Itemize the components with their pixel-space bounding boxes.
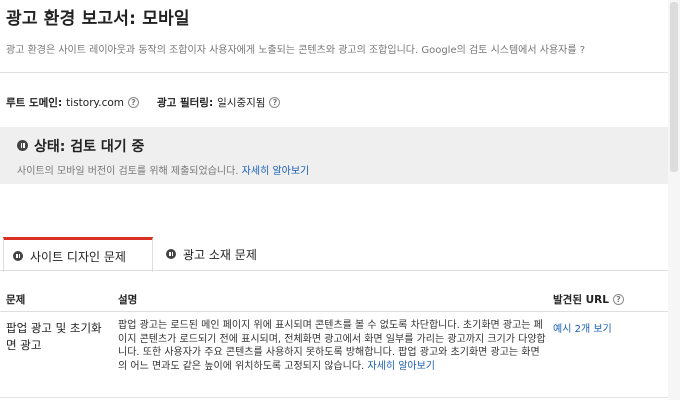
pending-tab-icon [166,249,176,259]
status-learn-more-link[interactable]: 자세히 알아보기 [242,166,310,177]
tab-label: 사이트 디자인 문제 [30,249,126,264]
status-description-text: 사이트의 모바일 버전이 검토를 위해 제출되었습니다. [17,166,239,177]
column-header-problem: 문제 [6,294,26,306]
status-description: 사이트의 모바일 버전이 검토를 위해 제출되었습니다. 자세히 알아보기 [17,162,309,177]
root-domain-label: 루트 도메인: [6,97,63,109]
column-header-description: 설명 [118,294,138,306]
table-header-divider [0,311,668,312]
ad-filtering-label: 광고 필터링: [157,97,214,109]
tab-bar-divider [0,270,668,271]
pending-status-icon [17,140,28,151]
row-problem-cell: 팝업 광고 및 초기화면 광고 [6,321,102,352]
table-bottom-divider [0,397,668,398]
scrollbar-thumb[interactable] [670,2,678,172]
root-domain-value: tistory.com [66,96,124,109]
status-title: 상태: 검토 대기 중 [34,139,145,155]
tab-ad-creative-issues[interactable]: 광고 소재 문제 [166,237,257,271]
ad-filtering-value: 일시중지됨 [217,97,266,109]
site-meta: 루트 도메인: tistory.com ? 광고 필터링: 일시중지됨 ? [6,95,281,110]
page-description: 광고 환경은 사이트 레이아웃과 동작의 조합이자 사용자에게 노출되는 콘텐츠… [6,45,586,56]
found-url-help-icon[interactable]: ? [612,294,624,305]
column-header-found-url: 발견된 URL ? [553,292,624,307]
row-learn-more-link[interactable]: 자세히 알아보기 [367,361,435,372]
row-description-text: 팝업 광고는 로드된 메인 페이지 위에 표시되며 콘텐츠를 볼 수 없도록 차… [118,320,546,372]
found-url-header-label: 발견된 URL [553,294,609,306]
root-domain-help-icon[interactable]: ? [128,97,139,108]
header-divider [0,72,668,73]
pending-tab-icon [13,251,23,261]
tab-label: 광고 소재 문제 [183,247,257,262]
view-examples-link[interactable]: 예시 2개 보기 [553,320,612,335]
ad-filtering-help-icon[interactable]: ? [269,97,281,108]
row-description-cell: 팝업 광고는 로드된 메인 페이지 위에 표시되며 콘텐츠를 볼 수 없도록 차… [118,319,546,373]
tab-site-design-issues[interactable]: 사이트 디자인 문제 [3,237,153,272]
page-title: 광고 환경 보고서: 모바일 [6,9,190,29]
